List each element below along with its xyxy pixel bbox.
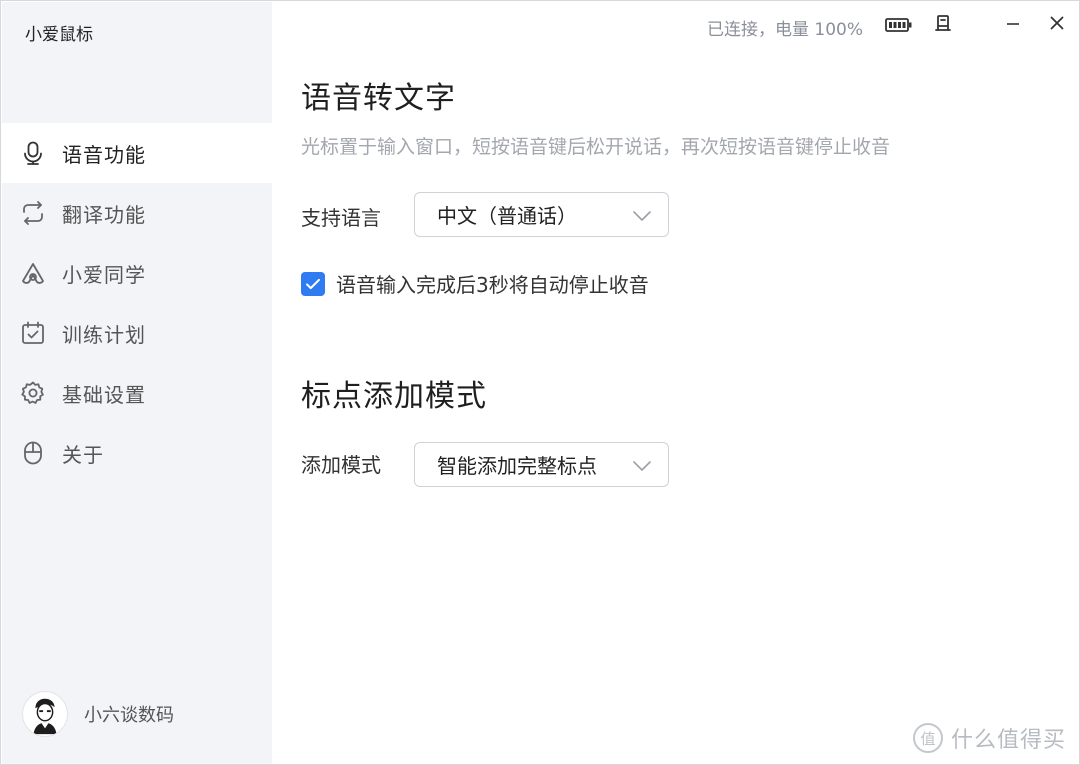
sidebar-item-training[interactable]: 训练计划 (2, 303, 272, 363)
sidebar-item-settings[interactable]: 基础设置 (2, 363, 272, 423)
voice-section-title: 语音转文字 (301, 81, 456, 116)
sidebar-item-label: 训练计划 (62, 322, 146, 347)
watermark-text: 什么值得买 (951, 728, 1067, 753)
pin-icon[interactable] (933, 13, 953, 35)
sidebar-item-label: 关于 (62, 442, 104, 467)
close-icon (1049, 15, 1065, 35)
punctuation-section-title: 标点添加模式 (301, 379, 487, 414)
auto-stop-checkbox[interactable] (301, 271, 325, 296)
calendar-check-icon (20, 320, 46, 346)
sidebar-item-voice[interactable]: 语音功能 (2, 123, 272, 183)
mouse-icon (20, 440, 46, 466)
battery-full-icon (885, 15, 913, 35)
sidebar-item-label: 语音功能 (62, 142, 146, 167)
app-title: 小爱鼠标 (25, 25, 93, 45)
minimize-icon (1005, 15, 1021, 35)
sidebar-nav: 语音功能 翻译功能 小爱同学 训练计划 基础设置 关于 (2, 123, 272, 483)
gear-icon (20, 380, 46, 406)
app-window: 小爱鼠标 语音功能 翻译功能 小爱同学 训练计划 基础设置 关于 小六谈数码 已… (0, 0, 1080, 765)
chevron-down-icon (632, 458, 652, 472)
mode-label: 添加模式 (301, 453, 381, 477)
sidebar-item-about[interactable]: 关于 (2, 423, 272, 483)
user-name: 小六谈数码 (84, 705, 174, 726)
sidebar-item-label: 翻译功能 (62, 202, 146, 227)
chevron-down-icon (632, 208, 652, 222)
voice-hint: 光标置于输入窗口，短按语音键后松开说话，再次短按语音键停止收音 (301, 136, 891, 158)
watermark: 值 什么值得买 (913, 722, 1066, 754)
punctuation-mode-value: 智能添加完整标点 (437, 454, 597, 478)
auto-stop-option: 语音输入完成后3秒将自动停止收音 (301, 269, 649, 298)
close-button[interactable] (1043, 13, 1071, 37)
language-select[interactable]: 中文（普通话） (414, 192, 669, 237)
sidebar-item-label: 小爱同学 (62, 262, 146, 287)
translate-loop-icon (20, 200, 46, 226)
language-label: 支持语言 (301, 206, 381, 230)
sidebar-item-xiaoai[interactable]: 小爱同学 (2, 243, 272, 303)
avatar[interactable] (22, 691, 68, 737)
connection-status: 已连接，电量 100% (707, 20, 864, 40)
language-select-value: 中文（普通话） (437, 204, 577, 228)
watermark-logo: 值 (913, 723, 943, 753)
xiaoai-icon (20, 260, 46, 286)
sidebar-item-translate[interactable]: 翻译功能 (2, 183, 272, 243)
user-profile[interactable]: 小六谈数码 (22, 691, 174, 737)
auto-stop-label[interactable]: 语音输入完成后3秒将自动停止收音 (336, 269, 649, 298)
punctuation-mode-select[interactable]: 智能添加完整标点 (414, 442, 669, 487)
sidebar-item-label: 基础设置 (62, 382, 146, 407)
minimize-button[interactable] (999, 13, 1027, 37)
microphone-icon (20, 140, 46, 166)
sidebar: 小爱鼠标 语音功能 翻译功能 小爱同学 训练计划 基础设置 关于 小六谈数码 (2, 2, 272, 764)
